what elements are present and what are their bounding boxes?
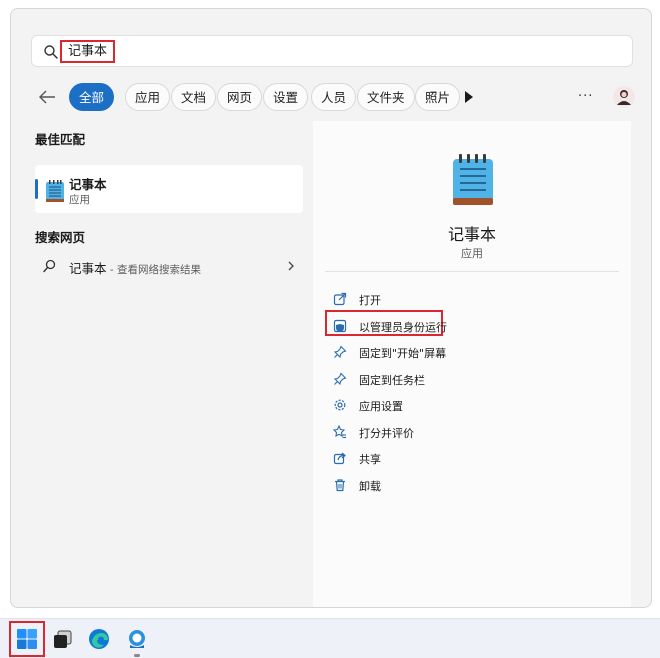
action-rate-review[interactable]: 打分并评价 [329,422,619,449]
pin-icon [333,345,347,359]
tab-apps[interactable]: 应用 [125,83,171,111]
star-icon [333,424,346,438]
action-run-as-admin[interactable]: 以管理员身份运行 [325,309,619,343]
tab-folders[interactable]: 文件夹 [357,83,415,111]
tab-all[interactable]: 全部 [69,83,115,111]
back-arrow-icon[interactable] [35,86,59,108]
shield-icon [333,319,347,332]
best-match-type: 应用 [69,194,90,206]
pin-icon [333,372,347,385]
web-search-text: 记事本 - 查看网络搜索结果 [69,261,201,276]
action-share[interactable]: 共享 [329,448,619,475]
windows-start-icon[interactable] [16,628,38,650]
filter-bar: 全部 应用 文档 网页 设置 人员 文件夹 照片 ··· [35,83,635,111]
divider [325,271,619,272]
search-panel: 记事本 全部 应用 文档 网页 设置 人员 文件夹 照片 ··· 最佳匹配 记事… [10,8,652,608]
edge-browser-icon[interactable] [88,628,110,650]
action-list: 打开 以管理员身份运行 固定到"开始"屏幕 固定到任务栏 应用设置 打分并评价 … [325,289,619,502]
app-title: 记事本 [447,225,496,244]
avatar-icon[interactable] [613,86,635,108]
open-external-icon [333,292,347,306]
web-search-item[interactable]: 记事本 - 查看网络搜索结果 [35,251,303,281]
running-indicator [134,654,140,657]
chevron-right-icon[interactable] [287,260,295,272]
taskbar [0,618,660,658]
web-search-heading: 搜索网页 [35,230,86,245]
search-app-icon[interactable] [126,628,148,650]
action-app-settings[interactable]: 应用设置 [329,395,619,422]
best-match-name: 记事本 [69,177,107,192]
search-box[interactable]: 记事本 [31,35,633,67]
results-list: 最佳匹配 记事本 应用 搜索网页 记事本 - 查看网络搜索结果 [35,129,315,276]
best-match-heading: 最佳匹配 [35,132,86,147]
tab-photos[interactable]: 照片 [415,83,461,111]
task-view-icon[interactable] [52,628,74,650]
tab-settings[interactable]: 设置 [263,83,309,111]
app-type: 应用 [461,247,483,260]
tab-people[interactable]: 人员 [311,83,357,111]
app-detail-pane: 记事本 应用 打开 以管理员身份运行 固定到"开始"屏幕 固定到任务栏 应用设置… [313,121,631,607]
selection-indicator [35,179,38,199]
notepad-icon [46,180,64,202]
search-input[interactable]: 记事本 [60,40,116,63]
search-icon [43,259,56,273]
action-pin-start[interactable]: 固定到"开始"屏幕 [329,342,619,369]
tab-documents[interactable]: 文档 [171,83,217,111]
notepad-icon [453,154,493,205]
more-options-button[interactable]: ··· [578,89,593,104]
search-icon [44,45,58,59]
action-uninstall[interactable]: 卸载 [329,475,619,502]
best-match-item[interactable]: 记事本 应用 [35,165,303,213]
tab-web[interactable]: 网页 [217,83,263,111]
action-pin-taskbar[interactable]: 固定到任务栏 [329,369,619,396]
more-tabs-play-icon[interactable] [465,91,473,103]
gear-icon [334,399,346,411]
share-icon [333,452,346,465]
trash-icon [335,478,345,491]
